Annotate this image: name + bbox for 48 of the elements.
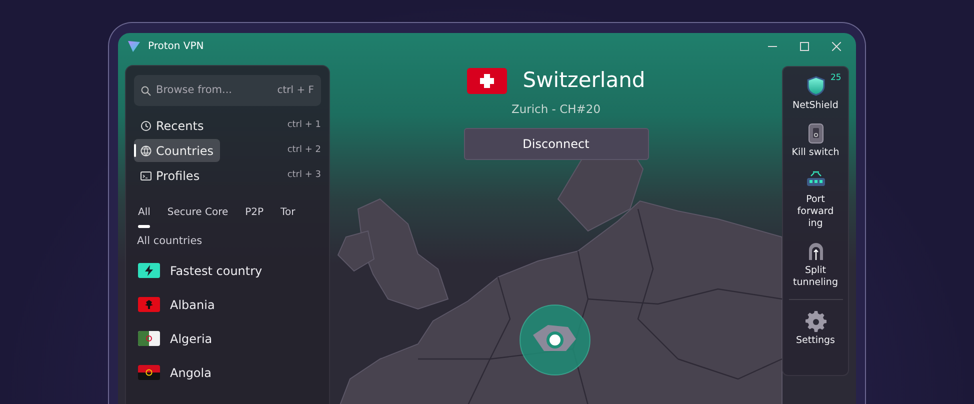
section-title: All countries [137,234,204,249]
shortcut-hint: ctrl + 1 [287,118,321,132]
nav-item[interactable]: Countries [134,139,220,162]
country-name: Switzerland [522,67,646,94]
feature-button[interactable]: Split tunneling [786,240,846,289]
netshield-count: 25 [830,72,842,84]
terminal-icon [140,170,152,182]
settings-icon [804,310,826,332]
feature-label: Port forward ing [796,194,835,230]
location-marker [520,304,590,376]
shield-icon [804,75,826,97]
country-item[interactable]: Angola [134,356,321,390]
feature-button[interactable]: 25 NetShield [786,75,846,112]
filter-tab[interactable]: Tor [276,205,300,229]
nav-item[interactable]: Profiles [134,164,206,187]
feature-button[interactable]: Settings [786,310,846,347]
feature-button[interactable]: Kill switch [786,122,846,159]
window-title: Proton VPN [148,40,204,54]
filter-tab[interactable]: All [134,205,154,229]
filter-tab[interactable]: Secure Core [163,205,232,229]
feature-label: NetShield [792,100,840,112]
server-name: Zurich - CH#20 [511,100,601,118]
search-input[interactable]: Browse from... [151,82,278,98]
feature-button[interactable]: Port forward ing [786,169,846,230]
feature-label: Kill switch [790,147,840,159]
disconnect-button[interactable]: Disconnect [464,128,648,160]
filter-tab[interactable]: P2P [241,205,268,229]
shortcut-hint: ctrl + 3 [287,168,321,182]
maximize-icon [800,42,808,50]
country-item[interactable]: Fastest country [134,254,321,288]
close-icon [832,42,840,50]
country-item[interactable]: Albania [134,288,321,322]
search-field[interactable]: Browse from... ctrl + F [134,75,321,106]
bolt-icon [138,263,160,278]
shortcut-hint: ctrl + 2 [287,144,321,157]
flag-icon [466,68,507,94]
country-item[interactable]: Algeria [134,322,321,356]
flag-icon [138,331,160,346]
nav-item[interactable]: Recents [134,114,210,137]
feature-label: Split tunneling [792,265,839,289]
history-icon [140,120,152,132]
flag-icon [138,365,160,380]
flag-icon [138,297,160,312]
feature-label: Settings [795,335,836,347]
shortcut-hint: ctrl + F [277,84,314,98]
globe-icon [140,144,152,156]
search-icon [141,86,151,96]
logo-icon [128,40,140,52]
